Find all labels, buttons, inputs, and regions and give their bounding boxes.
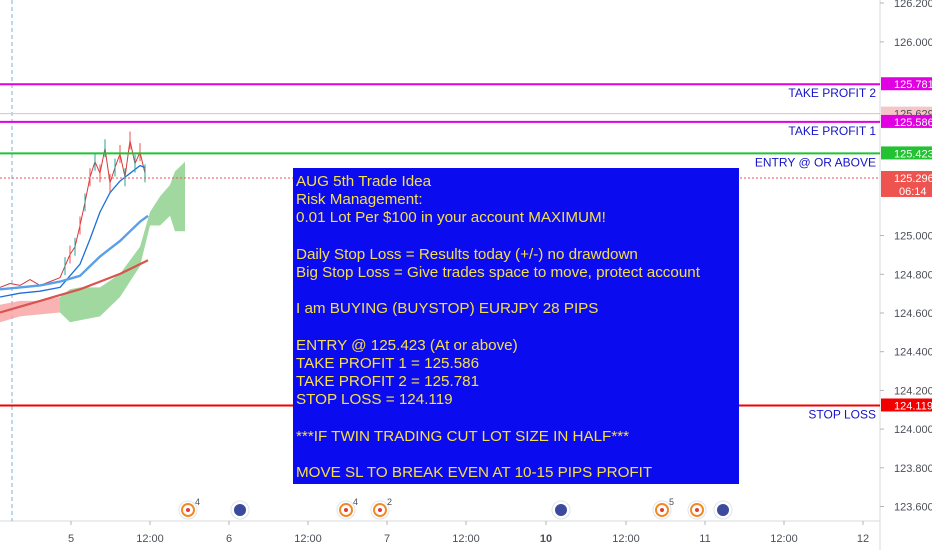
- news-icon: [687, 500, 707, 520]
- time-tick-label: 6: [226, 533, 232, 545]
- price-tick-label: 124.400: [894, 347, 932, 359]
- event-count: 5: [669, 497, 674, 507]
- time-tick-label: 12:00: [770, 533, 798, 545]
- note-line: [296, 446, 739, 464]
- note-line: STOP LOSS = 124.119: [296, 391, 453, 409]
- price-tick-label: 125.000: [894, 231, 932, 243]
- flag-icon: [551, 500, 571, 520]
- level-label-stop_loss: STOP LOSS: [808, 407, 876, 421]
- event-marker-dot: [378, 508, 382, 512]
- time-tick-label: 12:00: [452, 533, 480, 545]
- level-label-take_profit_2: TAKE PROFIT 2: [788, 86, 876, 100]
- price-tick-label: 124.200: [894, 385, 932, 397]
- price-tag-text-stop_loss: 124.119: [894, 400, 932, 412]
- price-tick-label: 124.000: [894, 424, 932, 436]
- event-count: 4: [353, 497, 358, 507]
- time-tick-label: 5: [68, 533, 74, 545]
- price-tag-text-take_profit_2: 125.781: [894, 79, 932, 91]
- note-line: [296, 228, 739, 246]
- event-count: 4: [195, 497, 200, 507]
- price-tag-text-take_profit_1: 125.586: [894, 117, 932, 129]
- note-line: TAKE PROFIT 1 = 125.586: [296, 354, 480, 372]
- note-line: ENTRY @ 125.423 (At or above): [296, 336, 518, 354]
- event-marker-flag: [555, 504, 567, 516]
- price-tick-label: 126.000: [894, 37, 932, 49]
- price-tick-label: 123.800: [894, 463, 932, 475]
- time-tick-label: 12: [857, 533, 869, 545]
- flag-icon: [713, 500, 733, 520]
- time-tick-label: 12:00: [294, 533, 322, 545]
- time-tick-label: 10: [540, 533, 552, 545]
- note-line: [296, 282, 739, 300]
- note-line: I am BUYING (BUYSTOP) EURJPY 28 PIPS: [296, 300, 599, 318]
- event-marker-flag: [234, 504, 246, 516]
- event-marker-dot: [186, 508, 190, 512]
- note-line: ***IF TWIN TRADING CUT LOT SIZE IN HALF*…: [296, 427, 630, 445]
- bullish-cloud: [60, 161, 185, 323]
- price-tick-label: 124.600: [894, 308, 932, 320]
- bar-countdown: 06:14: [899, 186, 927, 198]
- level-label-take_profit_1: TAKE PROFIT 1: [788, 124, 876, 138]
- event-count: 2: [387, 497, 392, 507]
- price-tag-text-entry: 125.423: [894, 148, 932, 160]
- note-line: [296, 409, 739, 427]
- time-tick-label: 7: [384, 533, 390, 545]
- event-marker-dot: [695, 508, 699, 512]
- event-marker-flag: [717, 504, 729, 516]
- note-line: AUG 5th Trade Idea: [296, 173, 432, 190]
- price-tick-label: 126.200: [894, 0, 932, 10]
- note-line: MOVE SL TO BREAK EVEN AT 10-15 PIPS PROF…: [296, 464, 653, 481]
- price-tick-label: 124.800: [894, 269, 932, 281]
- time-tick-label: 12:00: [136, 533, 164, 545]
- note-line: 0.01 Lot Per $100 in your account MAXIMU…: [296, 209, 606, 227]
- note-line: TAKE PROFIT 2 = 125.781: [296, 373, 480, 391]
- time-tick-label: 11: [699, 533, 710, 545]
- trade-idea-note: AUG 5th Trade Idea Risk Management: 0.01…: [293, 168, 739, 484]
- note-line: [296, 319, 739, 337]
- note-line: Big Stop Loss = Give trades space to mov…: [296, 263, 700, 281]
- note-line: Risk Management:: [296, 191, 423, 209]
- event-marker-dot: [344, 508, 348, 512]
- level-label-entry: ENTRY @ OR ABOVE: [755, 155, 876, 169]
- series-price: [0, 140, 146, 288]
- price-tag-text-last_price: 125.296: [894, 173, 932, 185]
- price-tick-label: 123.600: [894, 502, 932, 514]
- flag-icon: [230, 500, 250, 520]
- note-line: Daily Stop Loss = Results today (+/-) no…: [296, 245, 638, 263]
- time-tick-label: 12:00: [612, 533, 640, 545]
- event-marker-dot: [660, 508, 664, 512]
